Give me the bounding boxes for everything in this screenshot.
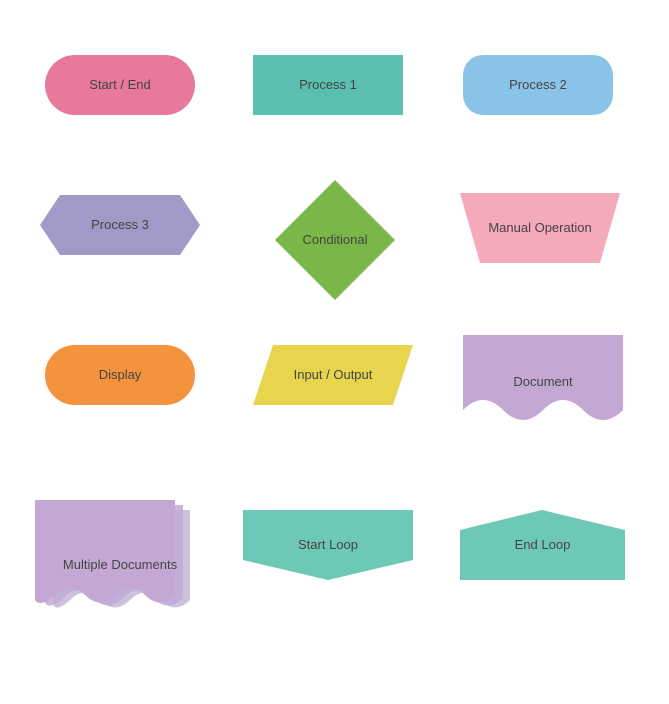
start-end-shape[interactable]: Start / End (45, 55, 195, 115)
multi-doc-shape[interactable]: Multiple Documents (35, 500, 205, 620)
process2-label: Process 2 (509, 77, 567, 94)
input-output-shape[interactable]: Input / Output (253, 345, 413, 405)
conditional-shape[interactable]: Conditional (270, 175, 400, 305)
display-label: Display (99, 367, 142, 384)
document-shape[interactable]: Document (463, 335, 623, 430)
process1-shape[interactable]: Process 1 (253, 55, 403, 115)
process3-shape[interactable]: Process 3 (40, 195, 200, 255)
process1-label: Process 1 (299, 77, 357, 94)
start-loop-shape[interactable]: Start Loop (243, 510, 413, 580)
manual-op-shape[interactable]: Manual Operation (460, 193, 620, 263)
process2-shape[interactable]: Process 2 (463, 55, 613, 115)
display-shape[interactable]: Display (45, 345, 195, 405)
end-loop-shape[interactable]: End Loop (460, 510, 625, 580)
canvas: Start / End Process 1 Process 2 Process … (0, 0, 669, 704)
start-end-label: Start / End (89, 77, 150, 94)
